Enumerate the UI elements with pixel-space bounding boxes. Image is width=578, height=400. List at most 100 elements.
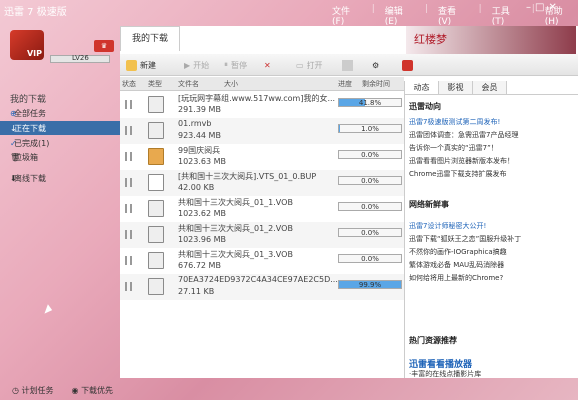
promo-banner[interactable]: 红楼梦 [406, 26, 576, 54]
table-row[interactable]: 共和国十三次大阅兵_01_2.VOB 1023.96 MB 0.0% [120, 222, 404, 248]
news-link[interactable]: 迅雷看看图片浏览器新版本发布！ [409, 156, 577, 166]
file-name: 99国庆阅兵 [178, 146, 221, 155]
open-button[interactable]: ▭ 打开 [296, 57, 323, 73]
tab-news[interactable]: 动态 [405, 81, 439, 94]
col-size[interactable]: 大小 [224, 79, 238, 89]
news-link[interactable]: 如何给将用上最新的Chrome? [409, 273, 577, 283]
progress-bar: 0.0% [338, 254, 402, 263]
file-name: [玩玩网字幕组.www.517ww.com]我的女... [178, 94, 336, 103]
news-link[interactable]: 迅雷下载“狐妖王之恋”国服升级补丁 [409, 234, 577, 244]
pause-control-icon[interactable] [125, 126, 132, 135]
sidebar-footer: ◷ 计划任务 ◉ 下载优先 [12, 385, 113, 396]
file-name: 01.rmvb [178, 119, 212, 128]
col-progress[interactable]: 进度 [338, 79, 352, 89]
pause-control-icon[interactable] [125, 230, 132, 239]
file-name: 共和国十三次大阅兵_01_2.VOB [178, 224, 293, 233]
progress-label: 0.0% [361, 151, 379, 159]
menu-view[interactable]: 查看(V) [436, 4, 471, 27]
sidebar-item-label: 正在下载 [14, 123, 46, 133]
table-row[interactable]: 99国庆阅兵 1023.63 MB 0.0% [120, 144, 404, 170]
file-size: 27.11 KB [178, 287, 215, 296]
pause-control-icon[interactable] [125, 282, 132, 291]
download-priority-button[interactable]: ◉ 下载优先 [72, 385, 114, 396]
schedule-task-button[interactable]: ◷ 计划任务 [12, 385, 54, 396]
pause-control-icon[interactable] [125, 256, 132, 265]
table-row[interactable]: 01.rmvb 923.44 MB 1.0% [120, 118, 404, 144]
table-row[interactable]: 70EA3724ED9372C4A34CE97AE2C5D... 27.11 KB… [120, 274, 404, 300]
file-type-icon [148, 200, 164, 217]
skin-button[interactable] [402, 57, 413, 73]
close-icon[interactable]: ✕ [548, 2, 556, 13]
thunder-logo-icon [402, 59, 413, 71]
file-type-icon [148, 148, 164, 165]
settings-button[interactable]: ⚙ [372, 57, 379, 73]
progress-label: 0.0% [361, 203, 379, 211]
progress-label: 41.8% [358, 99, 382, 107]
delete-button[interactable]: ✕ [264, 57, 271, 73]
file-type-icon [148, 96, 164, 113]
file-name: 70EA3724ED9372C4A34CE97AE2C5D... [178, 275, 338, 284]
vip-badge: ♛ [94, 40, 114, 52]
table-row[interactable]: 共和国十三次大阅兵_01_3.VOB 676.72 MB 0.0% [120, 248, 404, 274]
file-size: 676.72 MB [178, 261, 221, 270]
pause-control-icon[interactable] [125, 100, 132, 109]
sidebar-item-label: 已完成(1) [14, 138, 50, 148]
file-size: 1023.62 MB [178, 209, 227, 218]
start-button[interactable]: ▶ 开始 [184, 57, 209, 73]
sidebar-item-label: 全部任务 [14, 108, 46, 118]
vip-label: VIP [26, 49, 42, 58]
sidebar-item-trash[interactable]: 🗑 垃圾箱 [0, 150, 120, 164]
news-link[interactable]: 迅雷7极速版测试第二周发布! [409, 117, 577, 127]
news-link[interactable]: 迅雷7设计师秘密大公开! [409, 221, 577, 231]
play-icon: ▶ [184, 60, 191, 70]
table-row[interactable]: 共和国十三次大阅兵_01_1.VOB 1023.62 MB 0.0% [120, 196, 404, 222]
maximize-icon[interactable]: □ [535, 2, 544, 13]
progress-label: 0.0% [361, 255, 379, 263]
tab-movies[interactable]: 影视 [439, 81, 473, 94]
minimize-icon[interactable]: – [526, 2, 531, 13]
avatar[interactable]: VIP [10, 30, 44, 60]
menu-file[interactable]: 文件(F) [330, 4, 364, 27]
window-title: 迅雷 7 极速版 [4, 7, 67, 18]
menu-edit[interactable]: 编辑(E) [383, 4, 417, 27]
sidebar-item-downloading[interactable]: ↓ 正在下载 [0, 121, 120, 135]
table-row[interactable]: [玩玩网字幕组.www.517ww.com]我的女... 291.39 MB 41.… [120, 92, 404, 118]
list-header: 状态 类型 文件名 大小 进度 剩余时间 [120, 77, 404, 91]
menu-tools[interactable]: 工具(T) [490, 4, 524, 27]
new-task-button[interactable]: 新建 [126, 57, 156, 73]
news-link[interactable]: 繁体游戏必备 MAU乱码消除器 [409, 260, 577, 270]
sidebar-heading: 我的下载 [10, 95, 47, 105]
sidebar-item-label: 垃圾箱 [14, 152, 38, 162]
sidebar-item-completed[interactable]: ✓ 已完成(1) [0, 136, 120, 150]
priority-icon: ◉ [71, 386, 79, 395]
news-link[interactable]: 不然你的画作-IOGraphica搞趣 [409, 247, 577, 257]
tab-member[interactable]: 会员 [473, 81, 507, 94]
file-name: 共和国十三次大阅兵_01_3.VOB [178, 250, 293, 259]
file-name: 共和国十三次大阅兵_01_1.VOB [178, 198, 293, 207]
pause-control-icon[interactable] [125, 204, 132, 213]
news-link[interactable]: 告诉你一个真实的“迅雷7”！ [409, 143, 577, 153]
tab-my-downloads[interactable]: 我的下载 [120, 26, 180, 51]
section-title: 热门资源推荐 [409, 336, 457, 345]
col-status[interactable]: 状态 [122, 79, 136, 89]
news-link[interactable]: 迅雷团体调查：急需迅雷7产品经理 [409, 130, 577, 140]
pause-control-icon[interactable] [125, 178, 132, 187]
sidebar-item-all[interactable]: ⊕ 全部任务 [0, 106, 120, 120]
main-panel: 我的下载 红楼梦 新建 ▶ 开始 ⏸ 暂停 ✕ ▭ 打开 ⚙ 状态 类型 文件名… [120, 26, 578, 378]
col-filename[interactable]: 文件名 [178, 79, 199, 89]
progress-fill [339, 125, 340, 132]
col-remaining[interactable]: 剩余时间 [362, 79, 390, 89]
progress-bar: 0.0% [338, 202, 402, 211]
trash-icon: 🗑 [10, 152, 21, 162]
news-link[interactable]: Chrome迅雷下载支持扩展发布 [409, 169, 577, 179]
progress-bar: 0.0% [338, 228, 402, 237]
progress-label: 1.0% [361, 125, 379, 133]
pause-button[interactable]: ⏸ 暂停 [224, 57, 247, 73]
col-type[interactable]: 类型 [148, 79, 162, 89]
pause-control-icon[interactable] [125, 152, 132, 161]
progress-bar: 99.9% [338, 280, 402, 289]
side-panel: 动态 影视 会员 迅雷动向 迅雷7极速版测试第二周发布! 迅雷团体调查：急需迅雷… [404, 81, 578, 378]
table-row[interactable]: [共和国十三次大阅兵].VTS_01_0.BUP 42.00 KB 0.0% [120, 170, 404, 196]
sidebar-item-offline[interactable]: ⬇ 离线下载 [0, 171, 120, 185]
clipboard-button[interactable] [342, 57, 353, 73]
